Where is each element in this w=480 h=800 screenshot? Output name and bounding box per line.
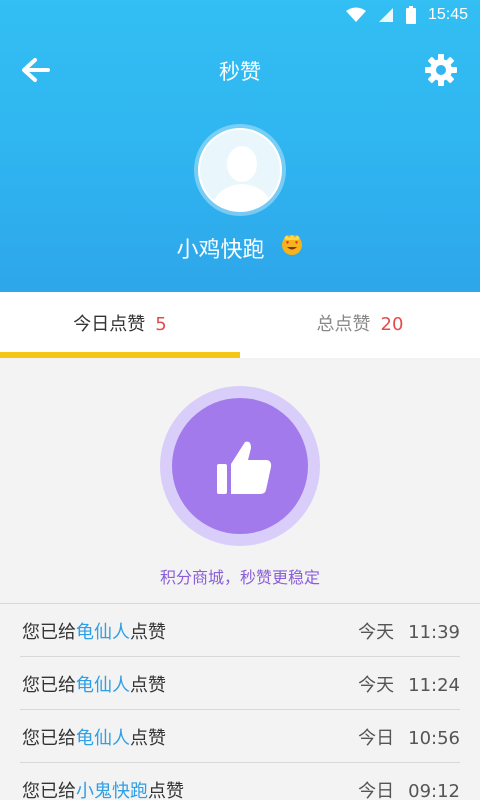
log-prefix: 您已给 [22, 675, 76, 696]
log-text: 您已给龟仙人点赞 [22, 671, 166, 697]
user-silhouette-icon [210, 146, 274, 210]
log-day: 今天 [358, 622, 395, 643]
log-suffix: 点赞 [130, 675, 166, 696]
log-day: 今日 [358, 728, 395, 749]
avatar[interactable] [194, 124, 286, 216]
page-title: 秒赞 [219, 60, 261, 84]
log-suffix: 点赞 [130, 622, 166, 643]
settings-button[interactable] [422, 51, 460, 89]
username-row: 小鸡快跑 [0, 232, 480, 264]
log-time: 今天 11:24 [358, 671, 460, 697]
log-clock: 09:12 [408, 781, 460, 800]
signal-icon [378, 7, 394, 23]
tab-label: 总点赞 [316, 314, 371, 335]
battery-icon [405, 6, 416, 24]
wifi-icon [345, 7, 366, 23]
log-time: 今日 10:56 [358, 724, 460, 750]
log-user-link[interactable]: 龟仙人 [76, 675, 130, 696]
log-prefix: 您已给 [22, 728, 76, 749]
tab-count: 5 [155, 314, 167, 335]
like-tabs: 今日点赞 5 总点赞 20 [0, 292, 480, 358]
list-item: 您已给龟仙人点赞 今日 10:56 [20, 710, 460, 763]
status-bar: 15:45 [0, 0, 480, 32]
log-text: 您已给龟仙人点赞 [22, 618, 166, 644]
like-area: 积分商城，秒赞更稳定 [0, 358, 480, 603]
log-clock: 10:56 [408, 728, 460, 749]
list-item: 您已给龟仙人点赞 今天 11:39 [20, 604, 460, 657]
log-user-link[interactable]: 龟仙人 [76, 728, 130, 749]
log-clock: 11:24 [408, 675, 460, 696]
top-bar: 秒赞 [0, 40, 480, 100]
like-caption[interactable]: 积分商城，秒赞更稳定 [0, 564, 480, 588]
log-user-link[interactable]: 龟仙人 [76, 622, 130, 643]
list-item: 您已给龟仙人点赞 今天 11:24 [20, 657, 460, 710]
tab-total-likes[interactable]: 总点赞 20 [240, 292, 480, 358]
log-day: 今天 [358, 675, 395, 696]
log-suffix: 点赞 [130, 728, 166, 749]
smiling-face-heart-eyes-icon [280, 233, 304, 263]
log-suffix: 点赞 [148, 781, 184, 800]
log-time: 今日 09:12 [358, 777, 460, 800]
log-day: 今日 [358, 781, 395, 800]
log-text: 您已给小鬼快跑点赞 [22, 777, 184, 800]
tab-label: 今日点赞 [73, 314, 146, 335]
list-item: 您已给小鬼快跑点赞 今日 09:12 [20, 763, 460, 800]
like-button-ring [160, 386, 320, 546]
profile-header: 15:45 秒赞 小鸡快跑 [0, 0, 480, 292]
tab-today-likes[interactable]: 今日点赞 5 [0, 292, 240, 358]
tab-count: 20 [380, 314, 404, 335]
log-prefix: 您已给 [22, 622, 76, 643]
log-prefix: 您已给 [22, 781, 76, 800]
log-text: 您已给龟仙人点赞 [22, 724, 166, 750]
log-user-link[interactable]: 小鬼快跑 [76, 781, 148, 800]
like-button[interactable] [172, 398, 308, 534]
username: 小鸡快跑 [176, 238, 265, 263]
log-time: 今天 11:39 [358, 618, 460, 644]
log-clock: 11:39 [408, 622, 460, 643]
gear-icon [422, 54, 460, 93]
status-time: 15:45 [427, 6, 468, 23]
like-log-list: 您已给龟仙人点赞 今天 11:39 您已给龟仙人点赞 今天 11:24 您已给龟仙人… [0, 604, 480, 800]
